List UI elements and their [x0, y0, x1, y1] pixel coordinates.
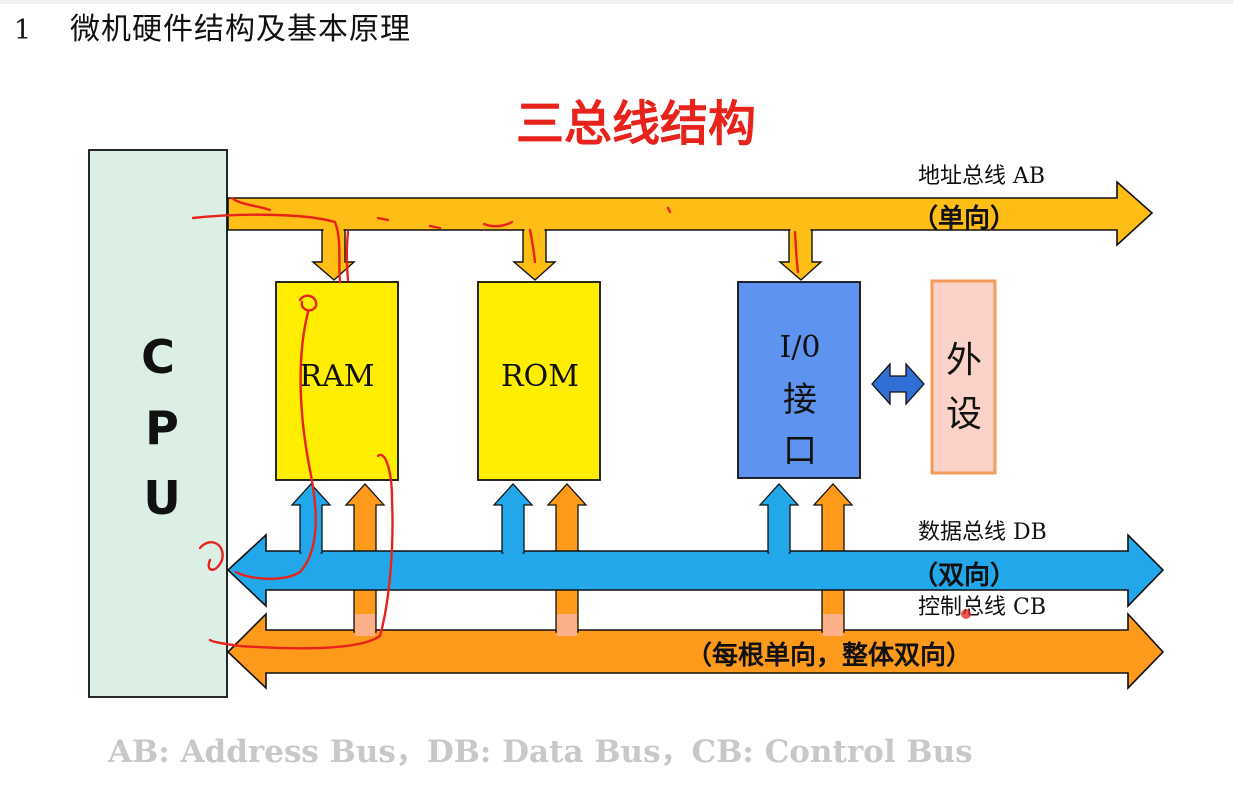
- footer-legend: AB: Address Bus，DB: Data Bus，CB: Control…: [107, 734, 973, 770]
- top-bar: [0, 0, 1233, 4]
- peripheral-label-line1: 外: [946, 340, 982, 381]
- red-dot-marker: [961, 609, 971, 619]
- section-title: 微机硬件结构及基本原理: [70, 12, 411, 47]
- data-bus-label: 数据总线 DB: [918, 520, 1047, 545]
- diagram-title: 三总线结构: [516, 96, 756, 152]
- address-drop-io: [778, 229, 823, 281]
- control-bus-direction: （每根单向，整体双向）: [686, 640, 972, 671]
- rom-label: ROM: [501, 359, 579, 394]
- data-stub-io: [758, 483, 800, 554]
- data-stub-rom: [492, 483, 534, 554]
- address-bus-label: 地址总线 AB: [918, 164, 1045, 189]
- io-label-line1: I/0: [779, 330, 820, 365]
- cpu-letter-c: C: [141, 330, 175, 384]
- io-peripheral-double-arrow: [871, 362, 925, 406]
- peripheral-label-line2: 设: [946, 394, 982, 435]
- data-bus-direction: （双向）: [912, 560, 1016, 591]
- address-bus-direction: （单向）: [912, 203, 1016, 234]
- io-label-line2: 接: [783, 380, 817, 420]
- three-bus-diagram: 1 微机硬件结构及基本原理 三总线结构 地址总线 AB （单向） 控制总线 CB…: [0, 0, 1233, 770]
- io-label-line3: 口: [783, 431, 817, 471]
- cpu-letter-p: P: [145, 401, 179, 455]
- control-bus-label: 控制总线 CB: [918, 595, 1046, 620]
- ram-label: RAM: [300, 359, 375, 394]
- cpu-letter-u: U: [143, 471, 180, 525]
- section-number: 1: [14, 15, 31, 46]
- data-stub-ram: [290, 483, 332, 554]
